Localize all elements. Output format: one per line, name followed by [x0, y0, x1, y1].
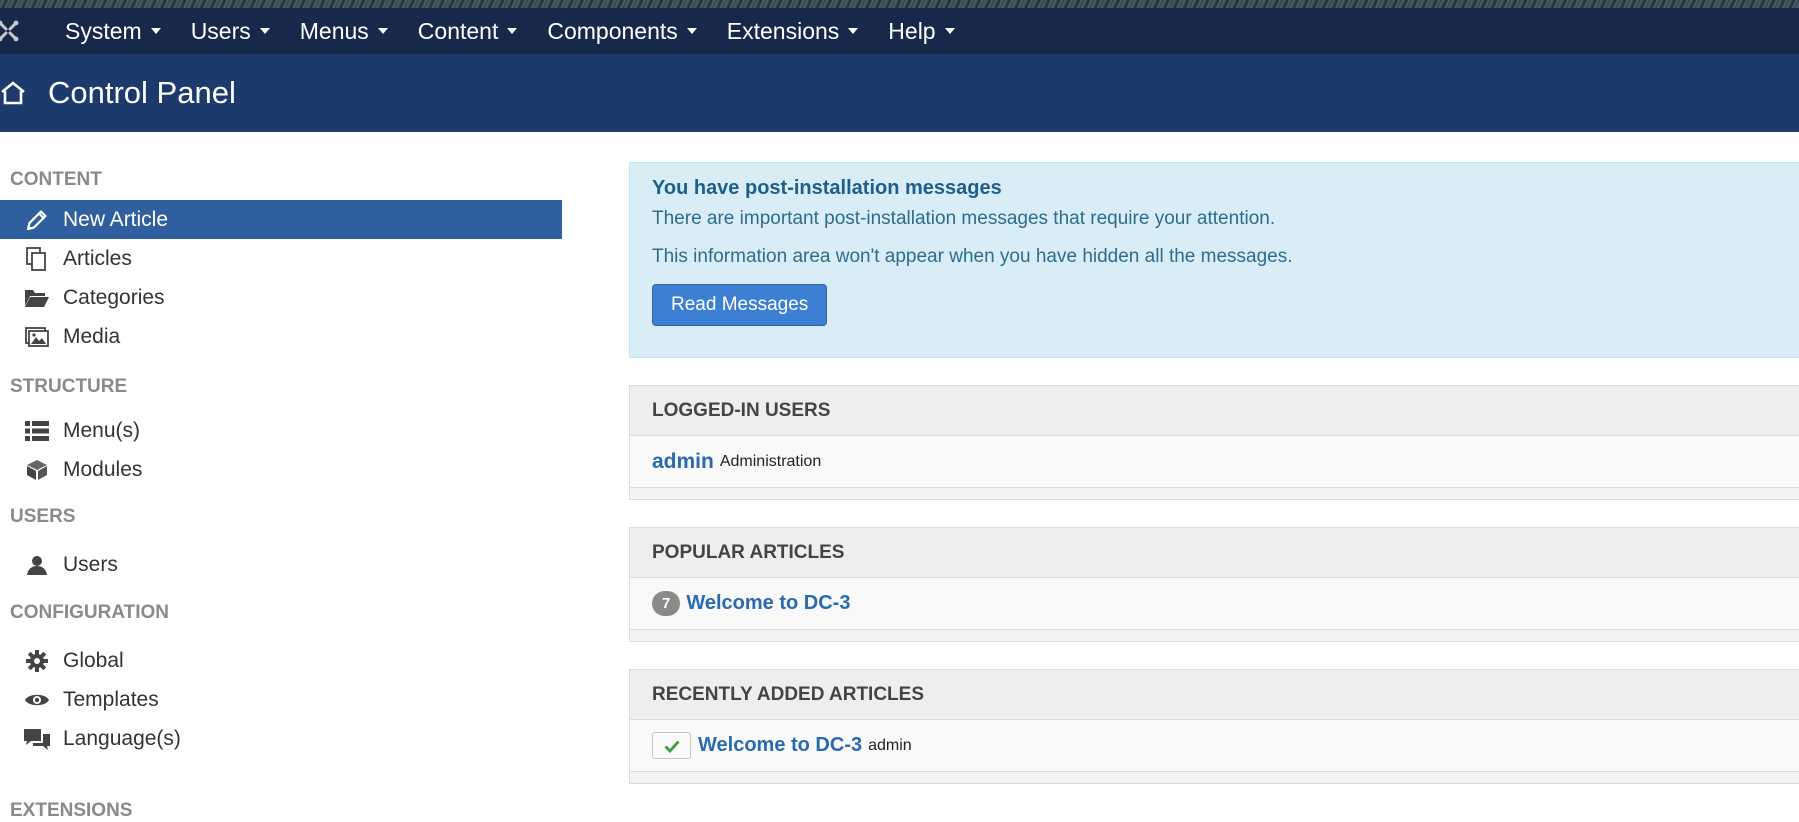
alert-line-1: There are important post-installation me… — [652, 208, 1276, 229]
sidebar-item-templates[interactable]: Templates — [0, 680, 562, 719]
sidebar-item-media[interactable]: Media — [0, 317, 562, 356]
sidebar-item-label: Menu(s) — [63, 418, 141, 442]
nav-menu-label: Extensions — [726, 17, 840, 44]
nav-menu-menus[interactable]: Menus — [285, 8, 403, 54]
eye-icon — [22, 686, 52, 714]
sidebar-item-label: Modules — [63, 457, 143, 481]
sidebar-item-label: Users — [63, 552, 118, 576]
alert-title: You have post-installation messages — [652, 177, 1002, 199]
sidebar-heading-content: CONTENT — [10, 169, 102, 190]
sidebar-item-label: Global — [63, 648, 124, 672]
list-icon — [22, 417, 52, 445]
nav-menu-content[interactable]: Content — [403, 8, 533, 54]
pencil-icon — [22, 206, 52, 234]
published-toggle[interactable] — [652, 732, 691, 759]
list-item: admin Administration — [630, 436, 1799, 488]
nav-menu-components[interactable]: Components — [532, 8, 711, 54]
nav-menu-label: Content — [417, 17, 499, 44]
nav-menu-system[interactable]: System — [50, 8, 176, 54]
image-icon — [22, 323, 52, 351]
gear-icon — [22, 647, 52, 675]
header-texture-strip — [0, 0, 1799, 8]
sidebar-heading-configuration: CONFIGURATION — [10, 602, 170, 623]
module-footer — [630, 772, 1799, 783]
cube-icon — [22, 456, 52, 484]
hits-badge: 7 — [652, 591, 681, 616]
sidebar-item-label: Language(s) — [63, 726, 181, 750]
nav-menu-label: Users — [190, 17, 251, 44]
caret-down-icon — [507, 28, 518, 34]
read-messages-button[interactable]: Read Messages — [652, 284, 828, 326]
comments-icon — [22, 725, 52, 753]
sidebar-item-languages[interactable]: Language(s) — [0, 719, 562, 758]
check-icon — [664, 740, 680, 753]
sidebar-heading-structure: STRUCTURE — [10, 376, 128, 397]
module-title: POPULAR ARTICLES — [630, 528, 1799, 578]
sidebar: CONTENT New Article Articles Categories … — [0, 160, 562, 758]
nav-menu-label: Help — [888, 17, 936, 44]
sidebar-item-label: Media — [63, 324, 121, 348]
article-link[interactable]: Welcome to DC-3 — [698, 734, 862, 757]
module-title: LOGGED-IN USERS — [630, 386, 1799, 436]
caret-down-icon — [686, 28, 697, 34]
module-footer — [630, 630, 1799, 641]
nav-menu-users[interactable]: Users — [176, 8, 285, 54]
sidebar-item-modules[interactable]: Modules — [0, 450, 562, 489]
page-title: Control Panel — [48, 75, 236, 110]
module-title: RECENTLY ADDED ARTICLES — [630, 670, 1799, 720]
main-content: You have post-installation messages Ther… — [629, 162, 1799, 784]
article-link[interactable]: Welcome to DC-3 — [686, 592, 850, 615]
sidebar-item-categories[interactable]: Categories — [0, 278, 562, 317]
article-author: admin — [868, 736, 912, 754]
top-navbar: System Users Menus Content Components Ex… — [0, 8, 1799, 54]
nav-menu-extensions[interactable]: Extensions — [712, 8, 874, 54]
module-footer — [630, 488, 1799, 499]
user-client: Administration — [719, 452, 822, 470]
sidebar-item-global[interactable]: Global — [0, 641, 562, 680]
sidebar-item-users[interactable]: Users — [0, 545, 562, 584]
logged-in-users-module: LOGGED-IN USERS admin Administration — [629, 385, 1799, 500]
sidebar-item-menus[interactable]: Menu(s) — [0, 411, 562, 450]
user-link[interactable]: admin — [652, 450, 714, 474]
home-icon — [0, 80, 26, 106]
sidebar-item-label: New Article — [63, 207, 169, 231]
caret-down-icon — [848, 28, 859, 34]
nav-menu-label: System — [65, 17, 142, 44]
popular-articles-module: POPULAR ARTICLES 7 Welcome to DC-3 — [629, 527, 1799, 642]
caret-down-icon — [377, 28, 388, 34]
caret-down-icon — [944, 28, 955, 34]
folder-open-icon — [22, 284, 52, 312]
sidebar-item-articles[interactable]: Articles — [0, 239, 562, 278]
caret-down-icon — [150, 28, 161, 34]
nav-menu-label: Menus — [299, 17, 369, 44]
postinstall-alert: You have post-installation messages Ther… — [629, 162, 1799, 358]
nav-menu-help[interactable]: Help — [873, 8, 969, 54]
list-item: Welcome to DC-3 admin — [630, 720, 1799, 772]
sidebar-item-label: Articles — [63, 246, 132, 270]
sidebar-item-label: Categories — [63, 285, 165, 309]
user-icon — [22, 551, 52, 579]
sidebar-heading-users: USERS — [10, 506, 76, 527]
page-title-bar: Control Panel — [0, 54, 1799, 132]
alert-line-2: This information area won't appear when … — [652, 246, 1293, 267]
list-item: 7 Welcome to DC-3 — [630, 578, 1799, 630]
sidebar-item-new-article[interactable]: New Article — [0, 200, 562, 239]
nav-menu-label: Components — [547, 17, 678, 44]
caret-down-icon — [259, 28, 270, 34]
joomla-icon[interactable] — [0, 8, 26, 54]
sidebar-item-label: Templates — [63, 687, 159, 711]
copy-icon — [22, 245, 52, 273]
sidebar-heading-extensions: EXTENSIONS — [10, 800, 133, 821]
recent-articles-module: RECENTLY ADDED ARTICLES Welcome to DC-3 … — [629, 669, 1799, 784]
